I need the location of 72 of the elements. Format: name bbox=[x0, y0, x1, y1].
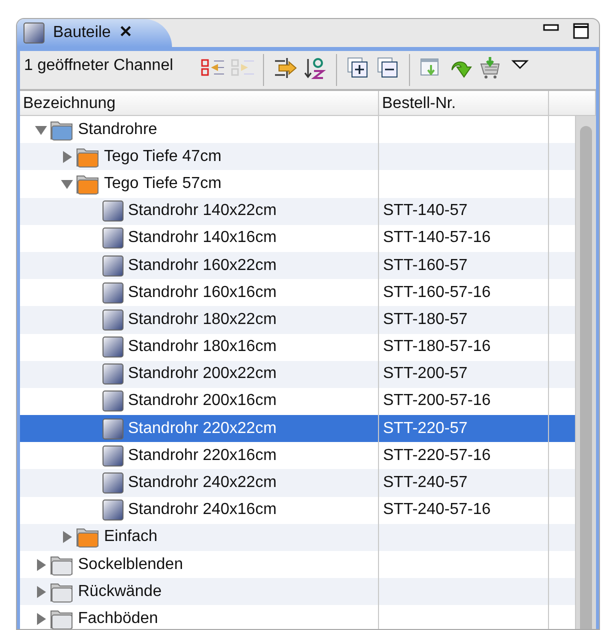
scrollbar[interactable] bbox=[576, 116, 596, 629]
tree-row[interactable]: Einfach bbox=[20, 524, 576, 551]
column-header[interactable]: Bezeichnung bbox=[20, 91, 379, 115]
order-number: STT-240-57 bbox=[382, 473, 468, 494]
item-label: Standrohr 220x22cm bbox=[128, 418, 277, 439]
part-icon bbox=[102, 308, 124, 331]
status-text: 1 geöffneter Channel bbox=[24, 56, 174, 76]
part-icon bbox=[102, 444, 124, 467]
order-number: STT-220-57-16 bbox=[382, 446, 491, 466]
part-icon bbox=[102, 282, 124, 304]
part-icon bbox=[23, 22, 45, 44]
tree-row[interactable]: Standrohr 220x22cm STT-220-57 bbox=[20, 415, 576, 442]
tree-row[interactable]: Fachböden bbox=[20, 605, 576, 629]
part-icon bbox=[102, 472, 124, 494]
item-label: Tego Tiefe 47cm bbox=[104, 146, 222, 167]
item-label: Standrohr 200x16cm bbox=[128, 391, 277, 412]
item-label: Standrohr 220x16cm bbox=[128, 446, 277, 466]
maximize-icon[interactable] bbox=[573, 23, 589, 39]
item-label: Standrohr 240x16cm bbox=[128, 500, 277, 520]
item-label: Standrohr 160x22cm bbox=[128, 256, 277, 276]
part-icon bbox=[102, 227, 124, 250]
item-label: Rückwände bbox=[78, 582, 162, 602]
item-label: Standrohr 180x22cm bbox=[128, 310, 277, 330]
view-tab[interactable]: Bauteile ✕ bbox=[17, 19, 172, 47]
item-label: Standrohr 240x22cm bbox=[128, 473, 277, 494]
order-number: STT-160-57 bbox=[382, 256, 468, 276]
tree-row[interactable]: Standrohr 200x22cm STT-200-57 bbox=[20, 360, 576, 388]
order-number: STT-140-57-16 bbox=[382, 228, 491, 248]
close-icon[interactable]: ✕ bbox=[118, 21, 132, 45]
item-label: Standrohr 200x22cm bbox=[128, 364, 277, 384]
item-label: Einfach bbox=[104, 527, 158, 548]
order-number: STT-240-57-16 bbox=[382, 500, 491, 520]
link-arrows-icon[interactable] bbox=[273, 56, 298, 80]
order-number: STT-140-57 bbox=[382, 201, 468, 222]
part-icon bbox=[102, 390, 124, 412]
tree-row[interactable]: Standrohr 160x22cm STT-160-57 bbox=[20, 252, 576, 280]
sort-alpha-icon[interactable] bbox=[303, 56, 328, 80]
minimize-icon[interactable] bbox=[543, 23, 559, 33]
column-header[interactable]: Bestell-Nr. bbox=[379, 91, 549, 115]
order-number: STT-180-57 bbox=[382, 310, 468, 330]
item-label: Standrohr 160x16cm bbox=[128, 282, 277, 303]
expand-triangle-icon[interactable] bbox=[34, 584, 48, 599]
view-tab-title: Bauteile bbox=[53, 23, 111, 43]
tree-row[interactable]: Rückwände bbox=[20, 578, 576, 606]
item-label: Sockelblenden bbox=[78, 554, 183, 575]
part-icon bbox=[102, 499, 124, 522]
part-icon bbox=[102, 254, 124, 277]
expand-triangle-icon[interactable] bbox=[34, 612, 48, 626]
part-icon bbox=[102, 336, 124, 358]
order-number: STT-160-57-16 bbox=[382, 282, 491, 303]
item-label: Tego Tiefe 57cm bbox=[104, 174, 222, 194]
order-number: STT-220-57 bbox=[382, 418, 468, 439]
expand-triangle-icon[interactable] bbox=[34, 558, 48, 572]
order-number: STT-200-57 bbox=[382, 364, 468, 384]
item-label: Standrohr 140x22cm bbox=[128, 201, 277, 222]
tree-row[interactable]: Standrohr 240x22cm STT-240-57 bbox=[20, 469, 576, 497]
expand-all-icon[interactable] bbox=[346, 56, 370, 80]
expand-triangle-icon[interactable] bbox=[60, 150, 74, 164]
expand-triangle-icon[interactable] bbox=[60, 530, 74, 544]
item-label: Standrohre bbox=[78, 120, 158, 140]
part-icon bbox=[102, 363, 124, 386]
tree-row[interactable]: Tego Tiefe 47cm bbox=[20, 143, 576, 170]
item-label: Fachböden bbox=[78, 608, 158, 629]
item-label: Standrohr 180x16cm bbox=[128, 337, 277, 358]
tree-row[interactable]: Standrohr 180x22cm STT-180-57 bbox=[20, 306, 576, 334]
item-label: Standrohr 140x16cm bbox=[128, 228, 277, 248]
part-icon bbox=[102, 200, 124, 222]
tree-row[interactable]: Standrohr 140x22cm STT-140-57 bbox=[20, 198, 576, 225]
order-number: STT-200-57-16 bbox=[382, 391, 491, 412]
order-number: STT-180-57-16 bbox=[382, 337, 491, 358]
collapse-all-icon[interactable] bbox=[376, 56, 400, 80]
part-icon bbox=[102, 418, 124, 440]
